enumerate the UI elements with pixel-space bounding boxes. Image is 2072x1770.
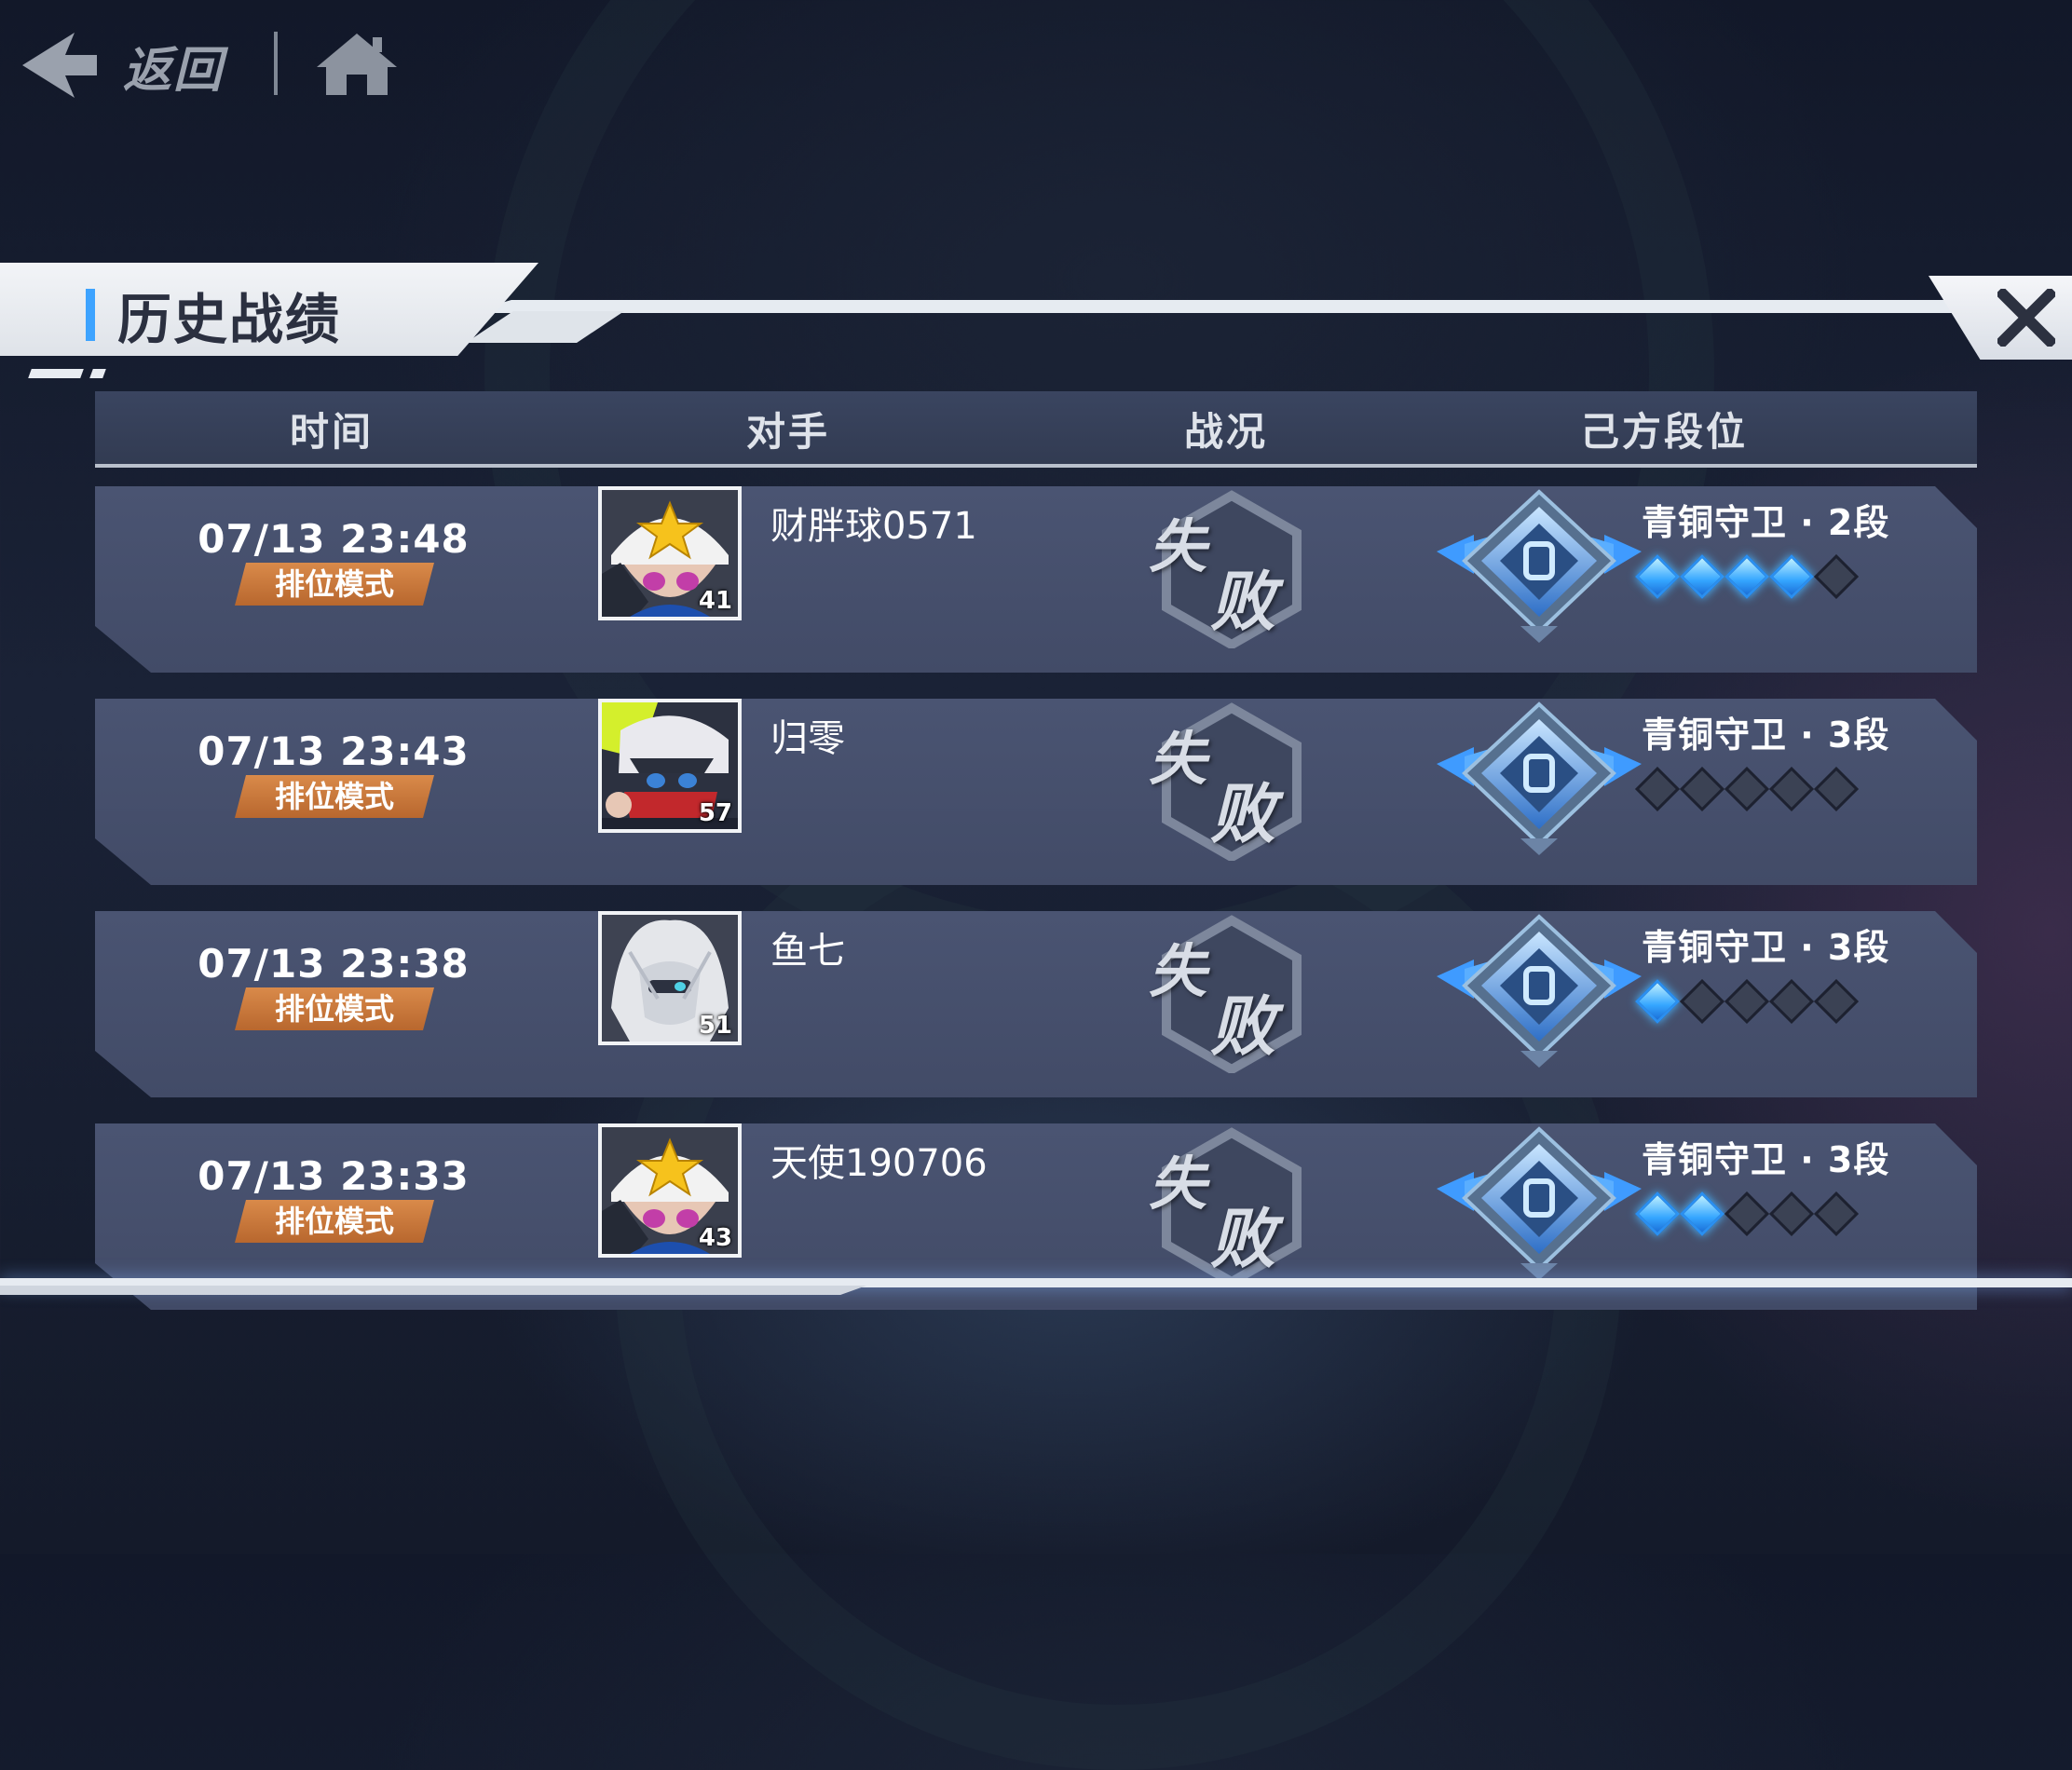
rank-emblem-icon — [1437, 701, 1642, 855]
rank-emblem-icon — [1437, 1126, 1642, 1280]
header-decoration — [89, 369, 106, 378]
result-text: 失 — [1149, 512, 1207, 580]
nav-divider — [274, 32, 278, 95]
opponent-name[interactable]: 财胖球0571 — [770, 496, 977, 550]
opponent-avatar[interactable]: 51 — [598, 911, 742, 1045]
star-filled-icon — [1679, 553, 1725, 600]
opponent-avatar[interactable]: 41 — [598, 486, 742, 620]
rank-name: 青铜守卫 · 3段 — [1642, 1139, 1890, 1180]
match-time: 07/13 23:38 — [198, 941, 470, 987]
title-accent-bar — [86, 289, 95, 341]
rank-stars — [1634, 978, 1860, 1025]
mode-badge: 排位模式 — [235, 1200, 434, 1243]
page-title: 历史战绩 — [117, 288, 342, 351]
star-empty-icon — [1679, 766, 1725, 812]
star-empty-icon — [1679, 978, 1725, 1025]
match-time: 07/13 23:48 — [198, 516, 470, 562]
top-navigation: 返回 — [0, 0, 559, 130]
star-empty-icon — [1724, 766, 1770, 812]
star-empty-icon — [1768, 978, 1815, 1025]
home-icon[interactable] — [317, 34, 397, 95]
mode-badge: 排位模式 — [235, 563, 434, 606]
star-empty-icon — [1724, 1191, 1770, 1237]
result-text: 败 — [1210, 1201, 1275, 1277]
rank-name: 青铜守卫 · 2段 — [1642, 502, 1890, 543]
rank-name: 青铜守卫 · 3段 — [1642, 927, 1890, 968]
rank-stars — [1634, 766, 1860, 812]
rank-stars — [1634, 1191, 1860, 1237]
result-text: 败 — [1210, 988, 1275, 1065]
result-badge: 失 败 — [1149, 915, 1311, 1073]
opponent-avatar[interactable]: 57 — [598, 699, 742, 833]
back-arrow-icon — [22, 33, 97, 98]
match-row[interactable]: 07/13 23:43 排位模式 57 归零 失 败 青铜守卫 · 3段 — [95, 699, 1977, 885]
star-filled-icon — [1634, 1191, 1681, 1237]
star-empty-icon — [1634, 766, 1681, 812]
column-header-opponent: 对手 — [745, 409, 831, 455]
star-empty-icon — [1813, 766, 1860, 812]
panel-header: 历史战绩 — [0, 263, 2072, 374]
result-text: 败 — [1210, 776, 1275, 852]
close-icon — [1997, 289, 2055, 347]
opponent-level: 57 — [698, 799, 732, 827]
result-text: 失 — [1149, 1150, 1207, 1218]
column-header-time: 时间 — [289, 409, 375, 455]
close-button[interactable] — [1929, 276, 2072, 360]
star-empty-icon — [1813, 1191, 1860, 1237]
mode-badge: 排位模式 — [235, 987, 434, 1030]
table-header: 时间 对手 战况 己方段位 — [95, 391, 1977, 468]
star-empty-icon — [1813, 553, 1860, 600]
result-text: 败 — [1210, 564, 1275, 640]
star-filled-icon — [1634, 978, 1681, 1025]
result-badge: 失 败 — [1149, 702, 1311, 861]
match-row[interactable]: 07/13 23:38 排位模式 51 鱼七 失 败 青铜守卫 · 3段 — [95, 911, 1977, 1097]
column-header-rank: 己方段位 — [1579, 409, 1749, 455]
opponent-name[interactable]: 鱼七 — [770, 920, 845, 974]
column-header-result: 战况 — [1183, 409, 1269, 455]
match-row[interactable]: 07/13 23:48 排位模式 41 财胖球0571 失 败 青铜守卫 · 2… — [95, 486, 1977, 673]
match-time: 07/13 23:33 — [198, 1153, 470, 1199]
star-filled-icon — [1724, 553, 1770, 600]
header-divider-line — [466, 300, 1984, 313]
opponent-level: 41 — [698, 587, 732, 615]
back-label: 返回 — [123, 42, 225, 99]
star-filled-icon — [1768, 553, 1815, 600]
opponent-name[interactable]: 天使190706 — [770, 1133, 988, 1187]
opponent-name[interactable]: 归零 — [770, 708, 845, 762]
rank-emblem-icon — [1437, 489, 1642, 643]
result-badge: 失 败 — [1149, 490, 1311, 648]
star-empty-icon — [1724, 978, 1770, 1025]
rank-stars — [1634, 553, 1860, 600]
result-text: 失 — [1149, 725, 1207, 793]
back-button[interactable]: 返回 — [22, 28, 224, 102]
star-filled-icon — [1679, 1191, 1725, 1237]
opponent-level: 43 — [698, 1224, 732, 1252]
mode-badge: 排位模式 — [235, 775, 434, 818]
result-text: 失 — [1149, 937, 1207, 1005]
star-filled-icon — [1634, 553, 1681, 600]
rank-emblem-icon — [1437, 914, 1642, 1068]
rank-name: 青铜守卫 · 3段 — [1642, 715, 1890, 756]
opponent-avatar[interactable]: 43 — [598, 1123, 742, 1258]
result-badge: 失 败 — [1149, 1127, 1311, 1286]
title-tab: 历史战绩 — [0, 263, 538, 356]
star-empty-icon — [1813, 978, 1860, 1025]
star-empty-icon — [1768, 1191, 1815, 1237]
header-decoration — [28, 369, 84, 378]
star-empty-icon — [1768, 766, 1815, 812]
opponent-level: 51 — [698, 1012, 732, 1040]
footer-decoration — [0, 1286, 866, 1295]
match-time: 07/13 23:43 — [198, 728, 470, 774]
